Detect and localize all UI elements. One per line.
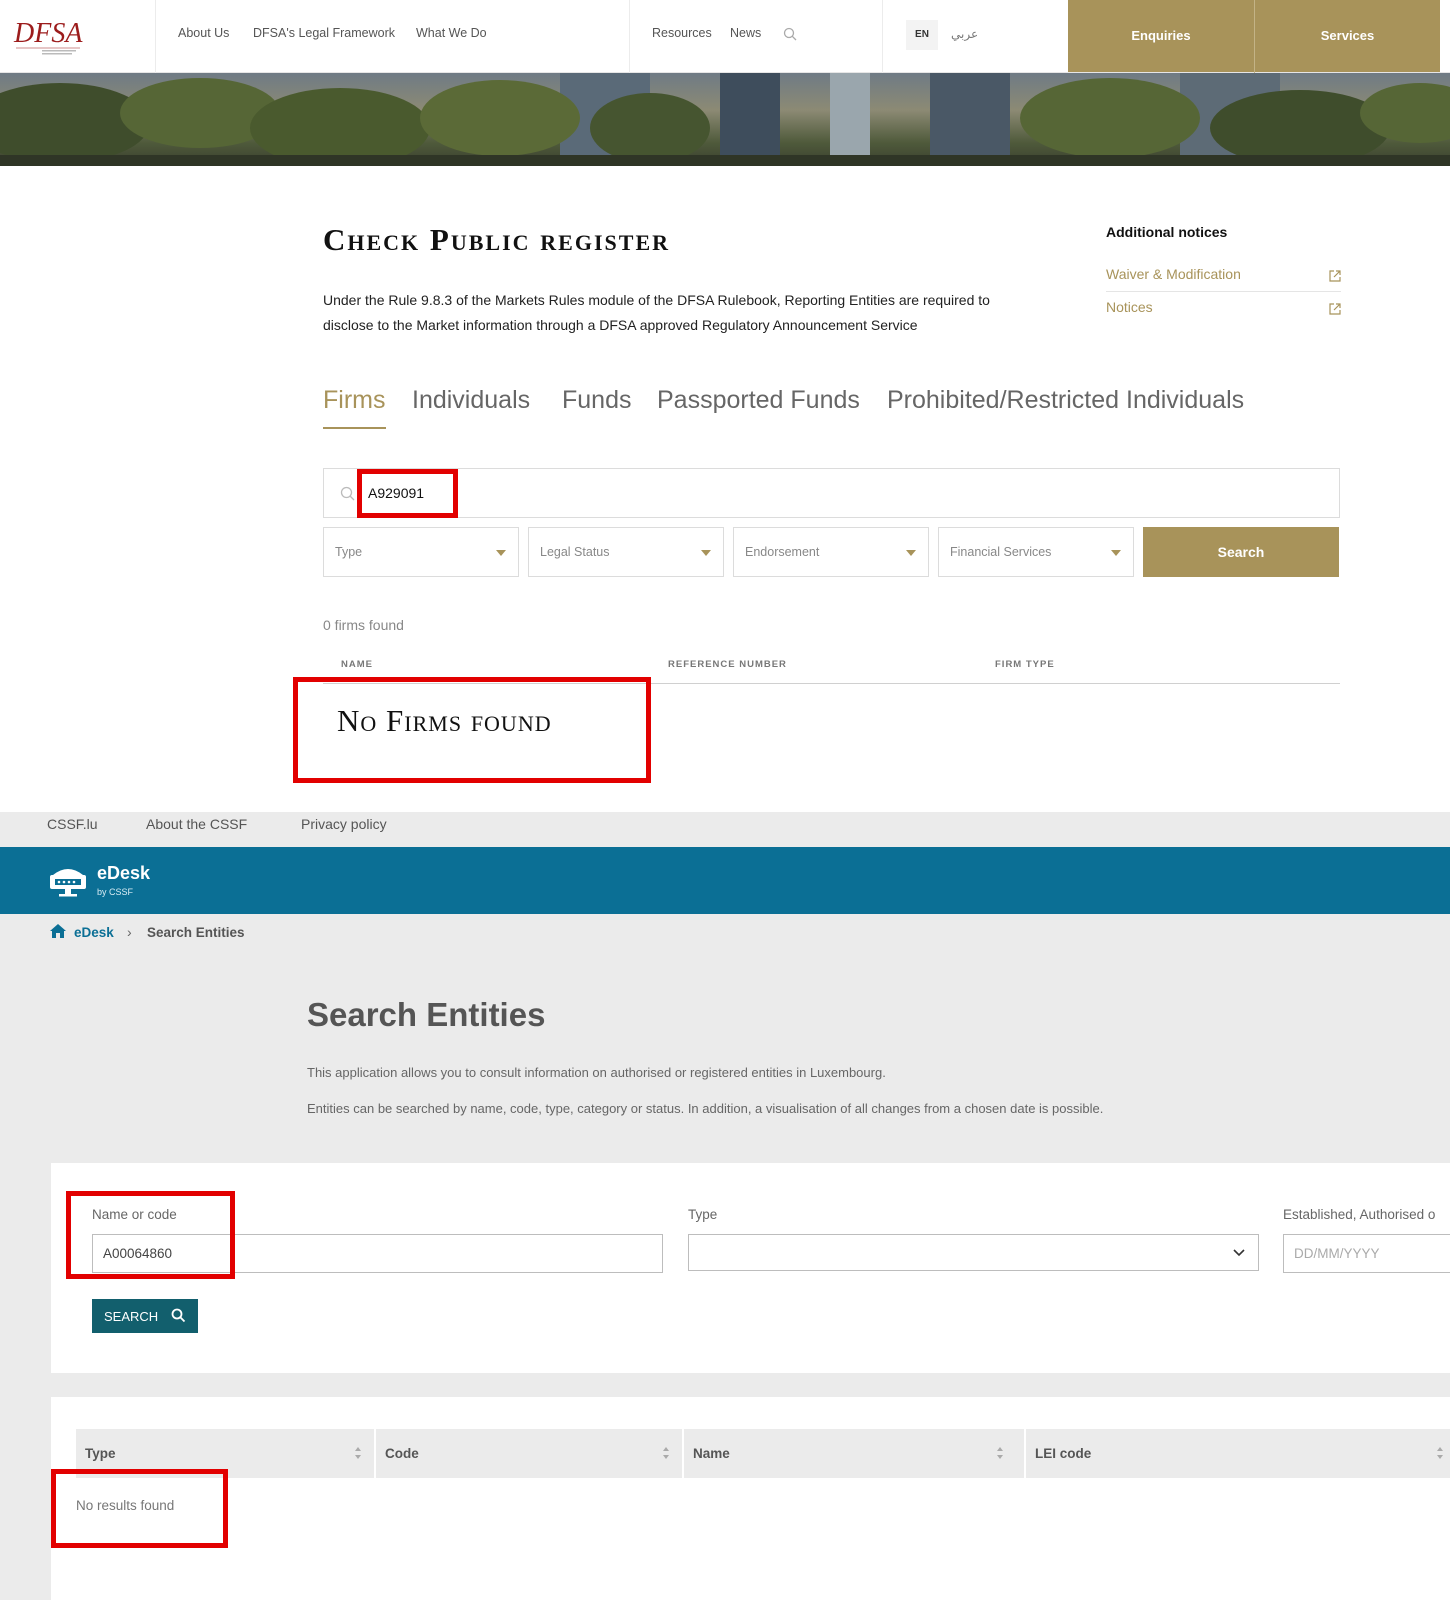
column-title: LEI code [1035, 1446, 1092, 1461]
tab-firms[interactable]: Firms [323, 386, 385, 415]
column-header-name[interactable]: Name [684, 1429, 1024, 1478]
cssf-top-links: CSSF.lu About the CSSF Privacy policy [0, 812, 1450, 847]
filter-label: Financial Services [950, 545, 1052, 559]
results-panel: Type Code Name LEI code No results found [51, 1397, 1450, 1600]
cssf-search-button[interactable]: SEARCH [92, 1299, 198, 1333]
search-button[interactable]: Search [1143, 527, 1339, 577]
sort-icon [997, 1447, 1003, 1459]
column-header-firm-type[interactable]: FIRM TYPE [995, 659, 1055, 670]
edesk-header-bar: eDesk by CSSF [0, 847, 1450, 914]
caret-down-icon [496, 550, 506, 556]
column-title: Code [385, 1446, 419, 1461]
chevron-down-icon [1233, 1249, 1245, 1257]
search-button-label: SEARCH [104, 1308, 159, 1324]
notice-link-label: Notices [1106, 299, 1153, 315]
nav-divider [629, 0, 630, 73]
cssf-lu-link[interactable]: CSSF.lu [47, 816, 98, 832]
type-label: Type [688, 1207, 718, 1222]
privacy-policy-link[interactable]: Privacy policy [301, 816, 387, 832]
financial-services-filter-dropdown[interactable]: Financial Services [938, 527, 1134, 577]
description-text-1: This application allows you to consult i… [307, 1065, 886, 1080]
intro-text: Under the Rule 9.8.3 of the Markets Rule… [323, 292, 990, 333]
home-icon[interactable] [49, 923, 67, 939]
additional-notices-title: Additional notices [1106, 224, 1228, 240]
svg-text:DFSA: DFSA [13, 18, 83, 49]
services-button[interactable]: Services [1255, 0, 1440, 72]
breadcrumb-edesk-link[interactable]: eDesk [74, 925, 114, 940]
waiver-modification-link[interactable]: Waiver & Modification [1106, 266, 1341, 298]
hero-banner-image [0, 73, 1450, 166]
notice-divider [1106, 291, 1341, 292]
external-link-icon [1329, 303, 1341, 315]
dfsa-logo[interactable]: DFSA [12, 8, 84, 58]
about-cssf-link[interactable]: About the CSSF [146, 816, 247, 832]
edesk-app-subtitle: by CSSF [97, 887, 134, 897]
search-icon [340, 486, 355, 501]
tab-passported-funds[interactable]: Passported Funds [657, 386, 860, 415]
filter-label: Legal Status [540, 545, 610, 559]
lang-en-button[interactable]: EN [906, 20, 938, 50]
results-count: 0 firms found [323, 617, 404, 633]
tab-prohibited-restricted-individuals[interactable]: Prohibited/Restricted Individuals [887, 386, 1244, 415]
column-title: Type [85, 1446, 116, 1461]
edesk-logo-icon[interactable] [47, 861, 89, 899]
column-header-code[interactable]: Code [376, 1429, 682, 1478]
sort-icon [1437, 1447, 1443, 1459]
search-form-panel: Name or code Type Established, Authorise… [51, 1163, 1450, 1373]
caret-down-icon [1111, 550, 1121, 556]
description-text-2: Entities can be searched by name, code, … [307, 1101, 1104, 1116]
firm-search-box [323, 468, 1340, 518]
nav-what-we-do[interactable]: What We Do [416, 26, 487, 40]
nav-resources[interactable]: Resources [652, 26, 712, 40]
tab-individuals[interactable]: Individuals [412, 386, 530, 415]
chevron-right-icon: › [127, 924, 132, 940]
column-header-lei-code[interactable]: LEI code [1026, 1429, 1450, 1478]
search-icon[interactable] [783, 27, 797, 41]
search-icon [171, 1308, 186, 1323]
column-header-name[interactable]: NAME [341, 659, 373, 670]
sort-icon [663, 1447, 669, 1459]
column-title: Name [693, 1446, 730, 1461]
nav-about-us[interactable]: About Us [178, 26, 229, 40]
notice-link-label: Waiver & Modification [1106, 266, 1241, 282]
established-date-label: Established, Authorised o [1283, 1207, 1436, 1222]
caret-down-icon [906, 550, 916, 556]
nav-divider [882, 0, 883, 73]
nav-divider [155, 0, 156, 73]
enquiries-button[interactable]: Enquiries [1068, 0, 1254, 72]
cssf-edesk-page: CSSF.lu About the CSSF Privacy policy eD… [0, 812, 1450, 1600]
type-filter-dropdown[interactable]: Type [323, 527, 519, 577]
sort-icon [355, 1447, 361, 1459]
tab-funds[interactable]: Funds [562, 386, 631, 415]
lang-ar-button[interactable]: عربي [951, 27, 978, 41]
notices-link[interactable]: Notices [1106, 299, 1341, 331]
column-header-reference-number[interactable]: REFERENCE NUMBER [668, 659, 787, 670]
external-link-icon [1329, 270, 1341, 282]
legal-status-filter-dropdown[interactable]: Legal Status [528, 527, 724, 577]
highlight-box-search-value [357, 469, 458, 518]
results-table-header: Type Code Name LEI code [76, 1429, 1450, 1478]
breadcrumb-current: Search Entities [147, 925, 245, 940]
filter-label: Type [335, 545, 363, 559]
nav-news[interactable]: News [730, 26, 761, 40]
highlight-box-no-results [51, 1469, 228, 1548]
firm-search-input[interactable] [368, 479, 1268, 507]
type-select[interactable] [688, 1234, 1259, 1271]
page-title: Check Public register [323, 222, 670, 257]
dfsa-top-nav: DFSA About Us DFSA's Legal Framework Wha… [0, 0, 1450, 73]
highlight-box-no-firms [293, 677, 651, 783]
highlight-box-name-code [66, 1191, 235, 1279]
active-tab-indicator [323, 427, 386, 429]
established-date-input[interactable] [1283, 1234, 1450, 1273]
search-entities-title: Search Entities [307, 996, 546, 1033]
filter-label: Endorsement [745, 545, 820, 559]
nav-legal-framework[interactable]: DFSA's Legal Framework [253, 26, 395, 40]
edesk-app-name[interactable]: eDesk [97, 863, 150, 884]
caret-down-icon [701, 550, 711, 556]
dfsa-register-page: DFSA About Us DFSA's Legal Framework Wha… [0, 0, 1450, 812]
endorsement-filter-dropdown[interactable]: Endorsement [733, 527, 929, 577]
